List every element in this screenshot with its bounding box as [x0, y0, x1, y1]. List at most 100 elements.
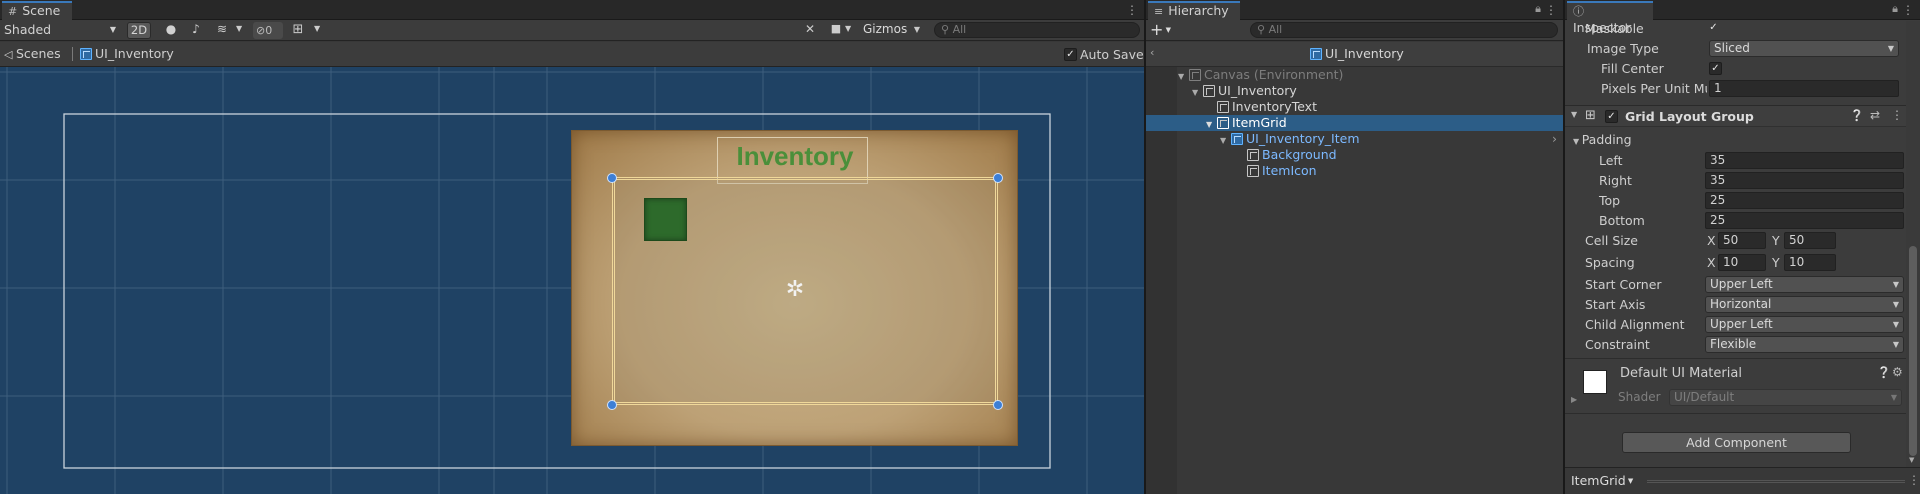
preview-dropdown[interactable]: ItemGrid ▼: [1571, 473, 1633, 489]
material-preview[interactable]: [1583, 370, 1607, 394]
add-component-button[interactable]: Add Component: [1622, 432, 1851, 453]
rect-handle-bottom-left[interactable]: [607, 400, 617, 410]
constraint-dropdown[interactable]: Flexible ▼: [1705, 336, 1904, 353]
foldout-arrow-icon: ▼: [1573, 137, 1582, 146]
padding-right-input[interactable]: 35: [1705, 172, 1904, 189]
padding-foldout[interactable]: ▼ Padding: [1573, 132, 1632, 148]
lock-icon[interactable]: 🔒︎: [1535, 2, 1541, 16]
kebab-menu-icon[interactable]: ⋮: [1545, 2, 1557, 18]
tree-row-ui-inventory-item[interactable]: ▼ UI_Inventory_Item ›: [1146, 131, 1563, 147]
hierarchy-search-input[interactable]: ⚲ All: [1250, 22, 1558, 38]
scrollbar-thumb[interactable]: [1909, 246, 1917, 456]
top-label: Top: [1599, 193, 1621, 208]
lighting-toggle-icon[interactable]: ●: [163, 22, 179, 38]
grid-snap-dropdown-icon[interactable]: ▼: [314, 24, 320, 33]
foldout-arrow-icon[interactable]: ▶: [1571, 395, 1577, 404]
mode-2d-button[interactable]: 2D: [127, 22, 151, 39]
cell-size-x-input[interactable]: 50: [1718, 232, 1766, 249]
pivot-gizmo-icon[interactable]: ✲: [782, 277, 808, 303]
audio-toggle-icon[interactable]: ♪: [188, 22, 204, 38]
back-arrow-icon: ◁: [4, 48, 16, 61]
tree-row-label: UI_Inventory_Item: [1246, 131, 1360, 146]
preview-drag-handle[interactable]: [1647, 480, 1905, 483]
kebab-menu-icon[interactable]: ⋮: [1908, 473, 1920, 487]
tools-icon[interactable]: ✕: [802, 22, 818, 36]
gameobject-icon: [1203, 85, 1215, 97]
tree-row-inventory-text[interactable]: InventoryText: [1146, 99, 1563, 115]
right-label: Right: [1599, 173, 1632, 188]
rect-handle-top-left[interactable]: [607, 173, 617, 183]
padding-bottom-input[interactable]: 25: [1705, 212, 1904, 229]
tab-scene[interactable]: # Scene: [2, 1, 72, 20]
open-prefab-arrow-icon[interactable]: ›: [1552, 131, 1557, 147]
shading-mode-value: Shaded: [4, 22, 52, 37]
help-icon[interactable]: ❔: [1877, 366, 1891, 379]
spacing-x-value: 10: [1723, 255, 1739, 269]
tree-row-canvas[interactable]: ▼ Canvas (Environment): [1146, 67, 1563, 83]
scene-view-canvas[interactable]: Inventory ✲: [0, 67, 1144, 494]
inspector-scrollbar[interactable]: ▼: [1906, 21, 1920, 467]
auto-save-checkbox[interactable]: ✓: [1064, 48, 1077, 61]
cell-x-label: X: [1707, 233, 1716, 248]
padding-top-input[interactable]: 25: [1705, 192, 1904, 209]
spacing-x-label: X: [1707, 255, 1716, 270]
hidden-count: 0: [265, 24, 273, 37]
component-menu-icon[interactable]: ⋮: [1891, 108, 1903, 122]
kebab-menu-icon[interactable]: ⋮: [1902, 2, 1914, 18]
cell-x-value: 50: [1723, 233, 1739, 247]
scene-toolbar: Shaded ▼ 2D ● ♪ ≋ ▼ ⊘0 ⊞ ▼ ✕ ■ ▼ Gizmos …: [0, 20, 1144, 41]
shader-dropdown[interactable]: UI/Default ▼: [1669, 389, 1902, 406]
start-corner-dropdown[interactable]: Upper Left ▼: [1705, 276, 1904, 293]
hierarchy-tree: ▼ Canvas (Environment) ▼ UI_Inventory Inve…: [1146, 67, 1563, 494]
component-enabled-checkbox[interactable]: ✓: [1605, 110, 1618, 123]
pixels-per-unit-input[interactable]: 1: [1709, 80, 1899, 97]
prefab-breadcrumb[interactable]: UI_Inventory: [80, 46, 174, 62]
preset-icon[interactable]: ⇄: [1870, 108, 1880, 122]
image-type-dropdown[interactable]: Sliced ▼: [1709, 40, 1899, 57]
grid-snap-icon[interactable]: ⊞: [289, 22, 307, 39]
kebab-menu-icon[interactable]: ⋮: [1126, 2, 1138, 18]
rect-handle-bottom-right[interactable]: [993, 400, 1003, 410]
scenes-breadcrumb-link[interactable]: ◁ Scenes: [4, 46, 61, 62]
maskable-checkbox[interactable]: ✓: [1707, 22, 1720, 35]
tree-row-item-icon[interactable]: ItemIcon: [1146, 163, 1563, 179]
camera-icon[interactable]: ■: [828, 22, 844, 35]
gear-icon[interactable]: ⚙: [1892, 365, 1903, 379]
grid-layout-group-header[interactable]: ▼ ⊞ ✓ Grid Layout Group ❔ ⇄ ⋮: [1565, 105, 1906, 127]
start-axis-dropdown[interactable]: Horizontal ▼: [1705, 296, 1904, 313]
rect-handle-top-right[interactable]: [993, 173, 1003, 183]
help-icon[interactable]: ❔: [1850, 109, 1864, 122]
spacing-x-input[interactable]: 10: [1718, 254, 1766, 271]
spacing-y-input[interactable]: 10: [1784, 254, 1836, 271]
start-corner-label: Start Corner: [1585, 277, 1662, 292]
tree-row-background[interactable]: Background: [1146, 147, 1563, 163]
back-arrow-icon[interactable]: ‹: [1150, 46, 1154, 59]
inventory-item-slot[interactable]: [644, 198, 687, 241]
scroll-down-arrow-icon[interactable]: ▼: [1909, 456, 1914, 464]
shading-mode-dropdown[interactable]: Shaded ▼: [0, 21, 122, 39]
lock-icon[interactable]: 🔒︎: [1892, 2, 1898, 16]
padding-bottom-value: 25: [1710, 213, 1726, 227]
tree-row-item-grid[interactable]: ▼ ItemGrid: [1146, 115, 1563, 131]
effects-toggle-icon[interactable]: ≋: [214, 22, 230, 38]
chevron-down-icon: ▼: [1892, 340, 1899, 349]
tree-row-ui-inventory[interactable]: ▼ UI_Inventory: [1146, 83, 1563, 99]
constraint-label: Constraint: [1585, 337, 1650, 352]
padding-left-input[interactable]: 35: [1705, 152, 1904, 169]
scene-visibility-button[interactable]: ⊘0: [253, 22, 283, 39]
tab-hierarchy[interactable]: ≡ Hierarchy: [1148, 1, 1240, 20]
tree-row-label: ItemGrid: [1232, 115, 1287, 130]
gizmos-dropdown[interactable]: Gizmos ▼: [859, 22, 924, 39]
cell-size-y-input[interactable]: 50: [1784, 232, 1836, 249]
create-button[interactable]: + ▼: [1150, 21, 1178, 39]
add-component-label: Add Component: [1686, 435, 1787, 450]
camera-dropdown-icon[interactable]: ▼: [845, 24, 851, 33]
foldout-arrow-icon[interactable]: ▼: [1571, 110, 1577, 119]
spacing-label: Spacing: [1585, 255, 1635, 270]
child-alignment-dropdown[interactable]: Upper Left ▼: [1705, 316, 1904, 333]
scene-search-input[interactable]: ⚲ All: [934, 22, 1140, 38]
tab-scene-label: Scene: [22, 3, 61, 18]
fill-center-checkbox[interactable]: ✓: [1709, 62, 1722, 75]
tab-inspector[interactable]: ⓘInspector: [1567, 1, 1653, 35]
effects-dropdown-icon[interactable]: ▼: [236, 24, 242, 33]
